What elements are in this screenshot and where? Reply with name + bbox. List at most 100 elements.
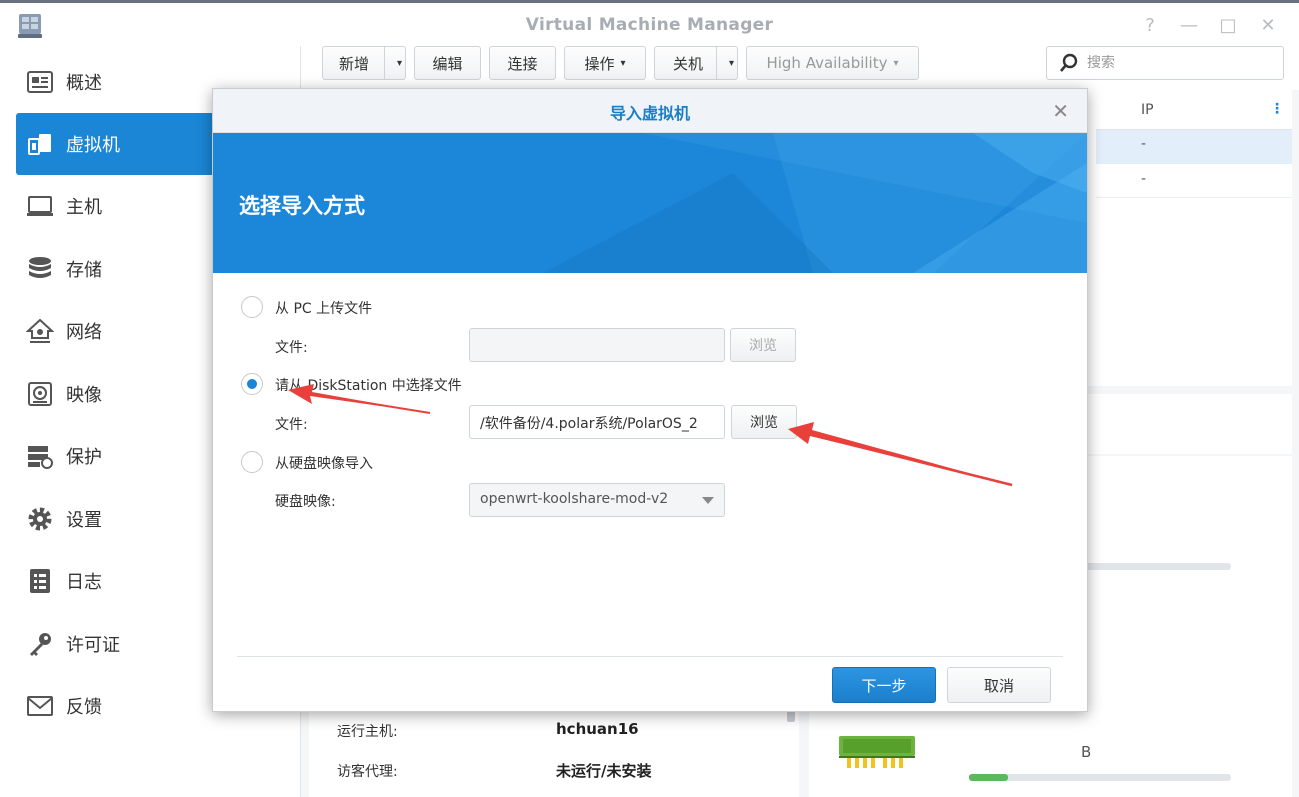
guest-agent-label: 访客代理:: [337, 764, 398, 780]
ip-cell: -: [1141, 171, 1147, 187]
close-icon[interactable]: ✕: [1052, 99, 1069, 123]
sidebar-item-host[interactable]: 主机: [16, 175, 226, 237]
virtual-machine-icon: [28, 134, 51, 155]
chevron-down-icon: ▾: [620, 57, 626, 69]
table-row[interactable]: [1096, 130, 1292, 164]
high-availability-button[interactable]: High Availability ▾: [746, 46, 919, 80]
dialog-header: 导入虚拟机 ✕: [213, 89, 1087, 133]
sidebar-item-license[interactable]: 许可证: [16, 613, 226, 675]
shutdown-button[interactable]: 关机 ▾: [654, 46, 738, 80]
sidebar-item-virtual-machine[interactable]: 虚拟机: [16, 113, 226, 175]
table-row[interactable]: [1096, 164, 1292, 198]
disk-image-label: 硬盘映像:: [275, 494, 336, 510]
overview-icon: [27, 71, 53, 93]
cancel-button[interactable]: 取消: [947, 667, 1051, 703]
chevron-down-icon[interactable]: ▾: [397, 58, 402, 69]
memory-usage-bar: [969, 774, 1231, 781]
search-icon: [1060, 53, 1078, 72]
import-from-disk-image-radio[interactable]: [241, 451, 263, 473]
memory-chip-icon: [839, 736, 915, 768]
sidebar-item-label: 设置: [66, 510, 102, 531]
dialog-divider: [237, 656, 1063, 657]
network-icon: [26, 318, 54, 343]
high-availability-label: High Availability: [766, 54, 888, 72]
action-button-label: 操作: [584, 54, 615, 73]
guest-agent-value: 未运行/未安装: [556, 762, 652, 780]
column-options-icon[interactable]: ⋮: [1270, 101, 1284, 117]
sidebar-item-label: 概述: [66, 73, 102, 94]
host-value: hchuan16: [556, 720, 639, 738]
memory-size-suffix: B: [1081, 743, 1092, 761]
sidebar-item-label: 存储: [66, 260, 102, 281]
sidebar-item-label: 映像: [66, 385, 102, 406]
ip-cell: -: [1141, 136, 1147, 152]
action-button[interactable]: 操作 ▾: [564, 46, 646, 80]
protection-icon: [28, 446, 53, 469]
diskstation-file-label: 文件:: [275, 417, 308, 433]
upload-from-pc-radio[interactable]: [241, 296, 263, 318]
sidebar-item-label: 日志: [66, 572, 102, 593]
disk-image-select[interactable]: openwrt-koolshare-mod-v2: [469, 483, 725, 517]
sidebar-item-settings[interactable]: 设置: [16, 488, 226, 550]
host-icon: [27, 196, 53, 216]
select-from-diskstation-radio[interactable]: [241, 373, 263, 395]
maximize-icon[interactable]: □: [1217, 15, 1239, 37]
pc-file-field[interactable]: [469, 328, 725, 362]
search-input[interactable]: [1087, 55, 1267, 71]
add-button[interactable]: 新增 ▾: [322, 46, 406, 80]
sidebar-item-label: 反馈: [66, 697, 102, 718]
chevron-down-icon[interactable]: ▾: [729, 58, 734, 69]
vm-info-panel: 运行主机: hchuan16 访客代理: 未运行/未安装: [309, 706, 799, 797]
log-icon: [30, 569, 50, 593]
next-button[interactable]: 下一步: [832, 667, 936, 703]
feedback-icon: [27, 696, 53, 716]
sidebar-item-protection[interactable]: 保护: [16, 425, 226, 487]
sidebar-item-network[interactable]: 网络: [16, 300, 226, 362]
upload-from-pc-label[interactable]: 从 PC 上传文件: [275, 298, 372, 318]
host-label: 运行主机:: [337, 724, 398, 740]
sidebar-item-feedback[interactable]: 反馈: [16, 675, 226, 737]
connect-button-label: 连接: [507, 54, 538, 73]
connect-button[interactable]: 连接: [489, 46, 556, 80]
chevron-down-icon: ▾: [893, 57, 899, 69]
select-from-diskstation-label[interactable]: 请从 DiskStation 中选择文件: [275, 375, 462, 395]
close-icon[interactable]: ✕: [1257, 15, 1279, 37]
minimize-icon[interactable]: —: [1178, 15, 1200, 37]
license-icon: [30, 633, 51, 656]
sidebar-item-storage[interactable]: 存储: [16, 238, 226, 300]
image-icon: [28, 382, 52, 406]
ip-column-header[interactable]: IP ⋮: [1096, 96, 1292, 130]
storage-icon: [29, 257, 51, 278]
sidebar-item-label: 虚拟机: [66, 135, 120, 156]
chevron-down-icon: [702, 497, 714, 504]
ip-header-label: IP: [1141, 102, 1154, 118]
import-vm-dialog: 导入虚拟机 ✕ 选择导入方式 从 PC 上传文件 文件: 浏览 请从 DiskS…: [212, 88, 1088, 712]
sidebar-item-label: 保护: [66, 447, 102, 468]
sidebar-item-image[interactable]: 映像: [16, 363, 226, 425]
settings-icon: [28, 507, 52, 531]
dialog-banner: 选择导入方式: [213, 133, 1087, 273]
dialog-title: 导入虚拟机: [609, 104, 690, 123]
title-bar: Virtual Machine Manager ? — □ ✕: [0, 0, 1299, 46]
search-box[interactable]: [1046, 46, 1284, 80]
toolbar: 新增 ▾ 编辑 连接 操作 ▾ 关机 ▾ High Availability ▾: [301, 46, 1299, 90]
diskstation-file-field[interactable]: /软件备份/4.polar系统/PolarOS_2: [469, 405, 725, 439]
pc-file-label: 文件:: [275, 340, 308, 356]
diskstation-browse-button[interactable]: 浏览: [731, 405, 797, 439]
sidebar-item-label: 许可证: [66, 635, 120, 656]
memory-usage-fill: [969, 774, 1009, 781]
window-title: Virtual Machine Manager: [525, 15, 774, 35]
sidebar-item-label: 主机: [66, 197, 102, 218]
import-from-disk-image-label[interactable]: 从硬盘映像导入: [275, 453, 373, 473]
pc-browse-button[interactable]: 浏览: [730, 328, 796, 362]
help-icon[interactable]: ?: [1139, 15, 1161, 37]
edit-button-label: 编辑: [432, 54, 463, 73]
sidebar-item-overview[interactable]: 概述: [16, 51, 226, 113]
dialog-step-title: 选择导入方式: [239, 194, 365, 218]
disk-image-value: openwrt-koolshare-mod-v2: [480, 491, 669, 507]
edit-button[interactable]: 编辑: [414, 46, 481, 80]
sidebar-item-log[interactable]: 日志: [16, 550, 226, 612]
sidebar-item-label: 网络: [66, 322, 102, 343]
add-button-label: 新增: [339, 54, 370, 73]
shutdown-button-label: 关机: [673, 54, 704, 73]
